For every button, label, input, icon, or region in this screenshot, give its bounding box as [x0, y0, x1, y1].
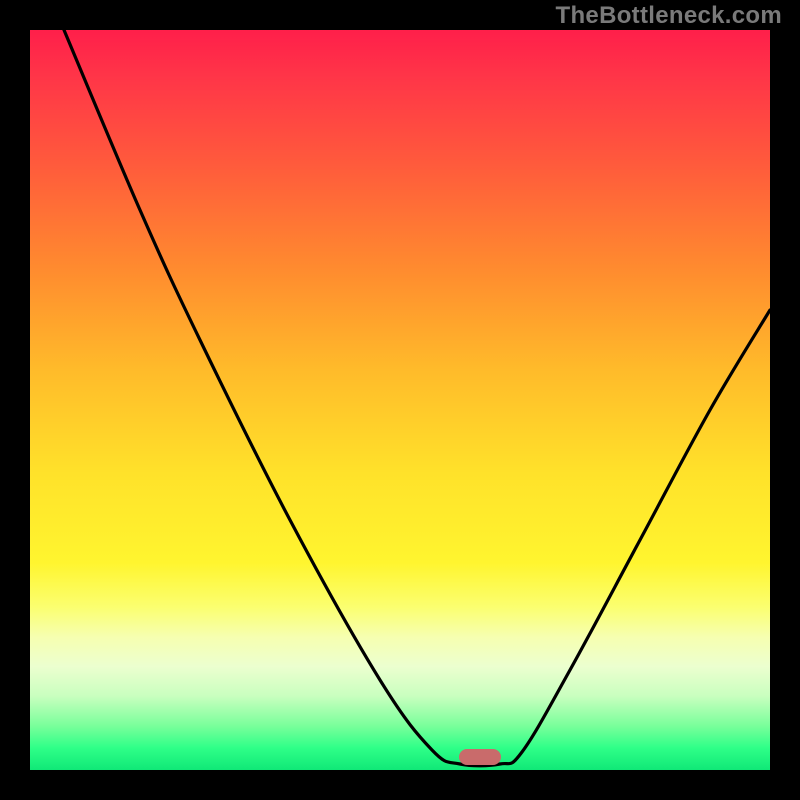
chart-frame: TheBottleneck.com [0, 0, 800, 800]
curve-path [64, 30, 770, 766]
bottleneck-curve [30, 30, 770, 770]
plot-area [30, 30, 770, 770]
watermark-text: TheBottleneck.com [556, 2, 782, 30]
optimum-marker [459, 749, 501, 765]
